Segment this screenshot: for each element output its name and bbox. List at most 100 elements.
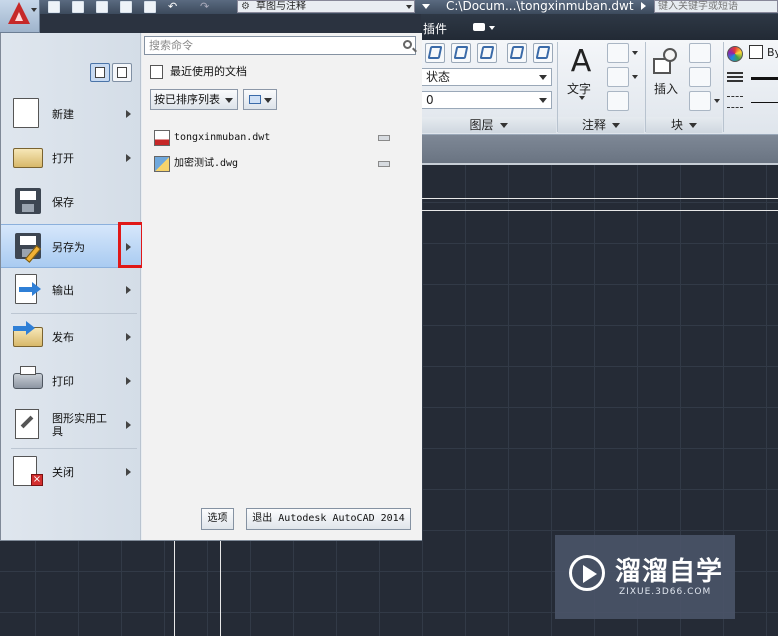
ribbon-tab-bar: 插件 xyxy=(421,14,778,40)
recent-documents-icon xyxy=(150,65,163,79)
qat-new-icon[interactable] xyxy=(48,1,60,13)
recent-file-item[interactable]: 加密测试.dwg xyxy=(154,154,404,174)
tab-plugins[interactable]: 插件 xyxy=(423,20,447,37)
qat-save-as-icon[interactable] xyxy=(120,1,132,13)
menu-item-publish[interactable]: 发布 xyxy=(1,315,141,359)
text-tool-icon[interactable]: A xyxy=(568,44,594,80)
open-folder-icon xyxy=(13,142,45,174)
submenu-arrow-icon[interactable] xyxy=(126,377,131,385)
menu-item-save[interactable]: 保存 xyxy=(1,180,141,224)
qat-open-icon[interactable] xyxy=(72,1,84,13)
exit-autocad-button[interactable]: 退出 Autodesk AutoCAD 2014 xyxy=(246,508,411,530)
submenu-arrow-icon[interactable] xyxy=(126,333,131,341)
ribbon: 状态 0 图层 A 文字 注释 插入 块 By xyxy=(421,40,778,135)
chevron-down-icon[interactable] xyxy=(579,96,585,100)
recent-file-item[interactable]: tongxinmuban.dwt xyxy=(154,128,404,148)
panel-separator xyxy=(723,42,724,132)
submenu-arrow-icon[interactable] xyxy=(126,154,131,162)
workspace-switcher[interactable]: ⚙ 草图与注释 xyxy=(237,0,415,13)
tab-overflow-button[interactable] xyxy=(473,22,495,33)
watermark-title: 溜溜自学 xyxy=(615,557,724,587)
color-swatch[interactable] xyxy=(749,45,763,59)
dimension-icon[interactable] xyxy=(607,43,638,63)
layer-state-value: 状态 xyxy=(426,70,451,84)
insert-block-icon[interactable] xyxy=(653,48,681,78)
menu-item-label: 图形实用工具 xyxy=(52,412,107,438)
menu-item-print[interactable]: 打印 xyxy=(1,359,141,403)
menu-item-close[interactable]: × 关闭 xyxy=(1,450,141,494)
title-arrow-icon xyxy=(641,2,646,10)
command-search-input[interactable]: 搜索命令 xyxy=(144,36,416,55)
qat-redo-icon[interactable]: ↷ xyxy=(200,1,212,13)
qat-print-icon[interactable] xyxy=(144,1,156,13)
layer-tool-4-icon[interactable] xyxy=(507,43,527,63)
save-as-icon xyxy=(13,231,45,263)
linetype-icon[interactable] xyxy=(727,96,743,108)
open-documents-toggle[interactable] xyxy=(112,63,132,82)
layer-state-combo[interactable]: 状态 xyxy=(421,68,552,86)
close-drawing-icon: × xyxy=(13,456,45,488)
drawing-line xyxy=(421,198,778,199)
chevron-down-icon xyxy=(539,75,547,80)
submenu-arrow-icon[interactable] xyxy=(126,286,131,294)
linetype-preview[interactable] xyxy=(751,102,778,103)
save-icon xyxy=(13,186,45,218)
leader-icon[interactable] xyxy=(607,67,638,87)
menu-item-drawing-utilities[interactable]: 图形实用工具 xyxy=(1,403,141,447)
submenu-arrow-icon[interactable] xyxy=(126,468,131,476)
layer-tool-1-icon[interactable] xyxy=(425,43,445,63)
edit-attributes-icon[interactable] xyxy=(689,91,720,111)
layer-tool-3-icon[interactable] xyxy=(477,43,497,63)
layer-combo[interactable]: 0 xyxy=(421,91,552,109)
menu-item-label: 保存 xyxy=(52,195,74,209)
panel-title-layers-label: 图层 xyxy=(469,118,494,132)
drawing-line xyxy=(174,541,175,636)
tab-overflow-icon xyxy=(473,23,485,31)
drawing-line xyxy=(421,210,778,211)
menu-item-open[interactable]: 打开 xyxy=(1,136,141,180)
layer-tool-2-icon[interactable] xyxy=(451,43,471,63)
qat-dropdown-icon[interactable] xyxy=(422,4,430,9)
create-block-icon[interactable] xyxy=(689,43,711,63)
panel-title-annotation-label: 注释 xyxy=(581,118,606,132)
publish-icon xyxy=(13,321,45,353)
chevron-down-icon xyxy=(612,123,620,128)
chevron-down-icon xyxy=(489,26,495,30)
submenu-arrow-icon[interactable] xyxy=(126,110,131,118)
play-icon xyxy=(569,555,605,591)
file-tab-strip xyxy=(421,135,778,165)
sort-order-dropdown[interactable]: 按已排序列表 xyxy=(150,89,238,110)
lineweight-icon[interactable] xyxy=(727,72,743,84)
edit-block-icon[interactable] xyxy=(689,67,711,87)
pin-icon[interactable] xyxy=(378,161,390,167)
color-wheel-icon[interactable] xyxy=(727,46,743,62)
menu-item-new[interactable]: 新建 xyxy=(1,92,141,136)
chevron-down-icon xyxy=(406,5,412,9)
panel-title-layers[interactable]: 图层 xyxy=(421,117,556,133)
panel-title-block[interactable]: 块 xyxy=(646,117,722,133)
text-tool-label[interactable]: 文字 xyxy=(567,80,591,97)
options-button[interactable]: 选项 xyxy=(201,508,234,530)
table-icon[interactable] xyxy=(607,91,629,111)
gear-icon: ⚙ xyxy=(241,1,250,12)
recent-documents-toggle[interactable] xyxy=(90,63,110,82)
application-menu-button[interactable] xyxy=(0,0,40,33)
drawing-utilities-icon xyxy=(13,409,45,441)
help-search-input[interactable]: 键入关键字或短语 xyxy=(654,0,778,13)
view-mode-dropdown[interactable] xyxy=(243,89,277,110)
search-icon[interactable] xyxy=(403,40,412,49)
menu-item-label: 新建 xyxy=(52,107,74,121)
qat-undo-icon[interactable]: ↶ xyxy=(168,1,180,13)
insert-block-label[interactable]: 插入 xyxy=(654,80,678,97)
chevron-down-icon xyxy=(499,123,508,128)
submenu-arrow-icon[interactable] xyxy=(126,421,131,429)
lineweight-preview[interactable] xyxy=(751,77,778,80)
menu-item-export[interactable]: 输出 xyxy=(1,268,141,312)
print-icon xyxy=(13,365,45,397)
panel-title-annotation[interactable]: 注释 xyxy=(558,117,644,133)
qat-save-icon[interactable] xyxy=(96,1,108,13)
pin-icon[interactable] xyxy=(378,135,390,141)
watermark-url: ZIXUE.3D66.COM xyxy=(619,587,712,597)
layer-tool-5-icon[interactable] xyxy=(533,43,553,63)
dwt-file-icon xyxy=(154,130,170,146)
